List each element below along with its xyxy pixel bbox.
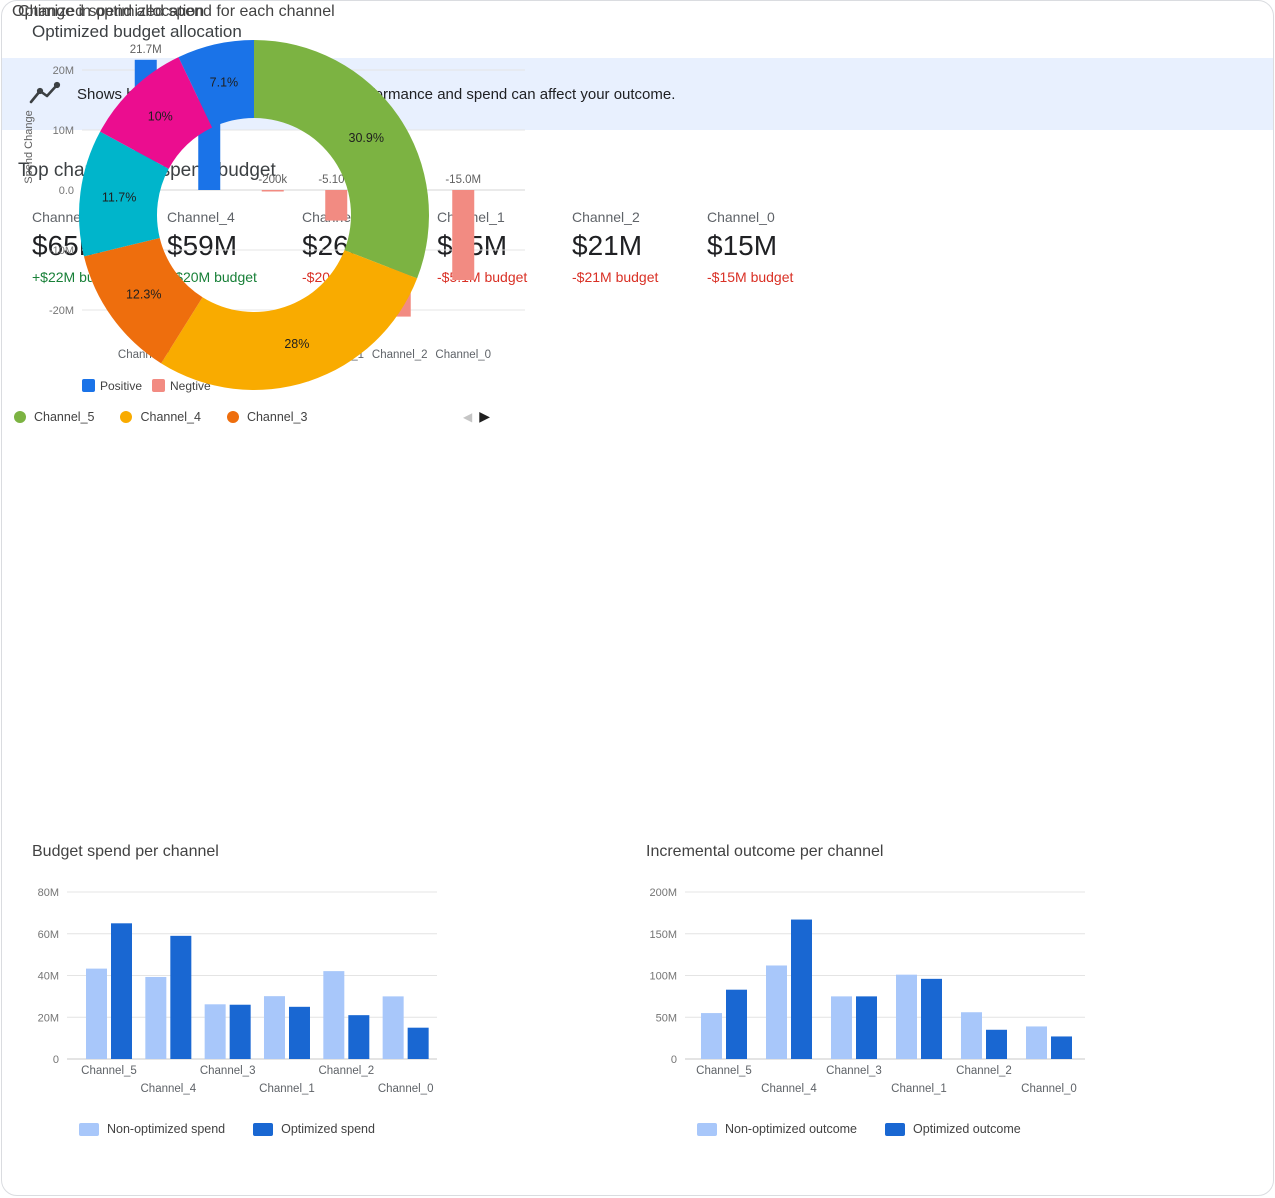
channel-budget-delta: -$21M budget — [572, 269, 707, 285]
incremental-outcome-chart: Incremental outcome per channel 0 50M 100M… — [634, 841, 1154, 1136]
legend-swatch — [227, 411, 239, 423]
legend-label: Optimized spend — [281, 1122, 375, 1136]
legend-item[interactable]: Non-optimized spend — [79, 1122, 225, 1136]
legend-swatch — [120, 411, 132, 423]
svg-text:28%: 28% — [284, 337, 309, 351]
svg-text:100M: 100M — [649, 971, 677, 983]
legend-item[interactable]: Optimized outcome — [885, 1122, 1021, 1136]
svg-text:200M: 200M — [649, 887, 677, 899]
svg-text:Channel_0: Channel_0 — [1021, 1083, 1077, 1095]
legend-swatch — [885, 1123, 905, 1136]
svg-text:80M: 80M — [38, 887, 59, 899]
svg-text:20M: 20M — [38, 1012, 59, 1024]
legend-item[interactable]: Channel_4 — [120, 410, 200, 424]
legend-swatch — [253, 1123, 273, 1136]
legend-label: Channel_5 — [34, 410, 94, 424]
svg-text:Channel_2: Channel_2 — [318, 1065, 374, 1077]
channel-spend-value: $15M — [707, 230, 842, 262]
svg-text:50M: 50M — [656, 1012, 677, 1024]
svg-text:Channel_5: Channel_5 — [696, 1065, 752, 1077]
svg-text:Channel_4: Channel_4 — [141, 1083, 197, 1095]
budget-legend: Non-optimized spend Optimized spend — [79, 1122, 540, 1136]
svg-text:60M: 60M — [38, 929, 59, 941]
legend-item[interactable]: Non-optimized outcome — [697, 1122, 857, 1136]
svg-text:0: 0 — [671, 1054, 677, 1066]
svg-text:Channel_3: Channel_3 — [200, 1065, 256, 1077]
incremental-outcome-chart-canvas[interactable]: 0 50M 100M 150M 200M Channel_5 Channel_4 Channe… — [634, 873, 1154, 1111]
svg-text:7.1%: 7.1% — [210, 75, 239, 89]
legend-swatch — [14, 411, 26, 423]
legend-swatch — [79, 1123, 99, 1136]
svg-text:Channel_0: Channel_0 — [378, 1083, 434, 1095]
svg-text:30.9%: 30.9% — [349, 131, 384, 145]
legend-prev-icon[interactable]: ◀ — [463, 410, 472, 424]
channel-name: Channel_0 — [707, 209, 842, 225]
channel-budget-delta: -$15M budget — [707, 269, 842, 285]
legend-label: Optimized outcome — [913, 1122, 1021, 1136]
incremental-outcome-chart-title: Incremental outcome per channel — [646, 843, 1154, 861]
svg-text:Channel_4: Channel_4 — [761, 1083, 817, 1095]
svg-text:Channel_3: Channel_3 — [826, 1065, 882, 1077]
legend-label: Non-optimized spend — [107, 1122, 225, 1136]
legend-label: Channel_3 — [247, 410, 307, 424]
donut-legend-row: Channel_5 Channel_4 Channel_3 ◀ ▶ — [2, 408, 502, 425]
channel-stat-card: Channel_2 $21M -$21M budget — [572, 209, 707, 285]
budget-spend-chart-title: Budget spend per channel — [32, 843, 540, 861]
svg-text:Channel_5: Channel_5 — [81, 1065, 137, 1077]
spend-allocation-chart-title: Optimized spend allocation — [12, 3, 502, 21]
svg-text:Channel_1: Channel_1 — [259, 1083, 315, 1095]
optimized-budget-allocation-card: Optimized budget allocation Shows how mu… — [1, 0, 1274, 1196]
legend-label: Non-optimized outcome — [725, 1122, 857, 1136]
svg-text:10%: 10% — [148, 109, 173, 123]
svg-text:Channel_2: Channel_2 — [956, 1065, 1012, 1077]
svg-text:40M: 40M — [38, 971, 59, 983]
svg-text:150M: 150M — [649, 929, 677, 941]
legend-label: Channel_4 — [140, 410, 200, 424]
svg-text:0: 0 — [53, 1054, 59, 1066]
donut-legend-pager: ◀ ▶ — [463, 408, 490, 425]
channel-stat-card: Channel_0 $15M -$15M budget — [707, 209, 842, 285]
donut-legend: Channel_5 Channel_4 Channel_3 — [14, 410, 307, 424]
spend-allocation-donut-canvas[interactable]: 30.9% 28% 12.3% 11.7% 10% 7.1% — [2, 27, 502, 399]
channel-name: Channel_2 — [572, 209, 707, 225]
legend-item[interactable]: Optimized spend — [253, 1122, 375, 1136]
legend-swatch — [697, 1123, 717, 1136]
legend-item[interactable]: Channel_5 — [14, 410, 94, 424]
legend-next-icon[interactable]: ▶ — [479, 408, 490, 425]
channel-spend-value: $21M — [572, 230, 707, 262]
budget-spend-chart: Budget spend per channel 0 20M 40M 60M 80M Ch… — [20, 841, 540, 1136]
spend-allocation-chart: Optimized spend allocation 30.9% 28% 12.3%… — [2, 1, 502, 425]
outcome-legend: Non-optimized outcome Optimized outcome — [697, 1122, 1154, 1136]
legend-item[interactable]: Channel_3 — [227, 410, 307, 424]
svg-text:Channel_1: Channel_1 — [891, 1083, 947, 1095]
svg-text:12.3%: 12.3% — [126, 288, 161, 302]
budget-spend-chart-canvas[interactable]: 0 20M 40M 60M 80M Channel_5 Channel_4Channel_3… — [20, 873, 540, 1111]
svg-text:11.7%: 11.7% — [102, 191, 137, 205]
